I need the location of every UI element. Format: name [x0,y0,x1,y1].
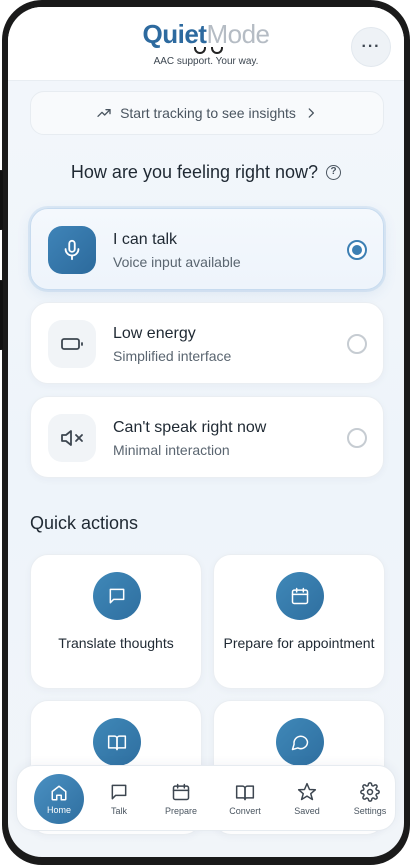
insights-banner[interactable]: Start tracking to see insights [30,91,384,135]
mode-subtitle: Voice input available [113,254,241,270]
more-options-button[interactable]: ··· [351,27,391,67]
nav-saved[interactable]: Saved [276,766,338,832]
mode-radio[interactable] [347,428,367,448]
nav-label: Home [46,804,71,815]
mode-card-low-energy[interactable]: Low energy Simplified interface [30,302,384,384]
mode-icon-wrap [48,320,96,368]
nav-settings[interactable]: Settings [339,766,401,832]
microphone-icon [64,239,80,261]
app-tagline: AAC support. Your way. [153,56,259,67]
mode-card-cant-speak[interactable]: Can't speak right now Minimal interactio… [30,396,384,478]
bottom-navigation: Home Talk Prepare Convert Saved Settings [16,765,396,831]
feeling-question: How are you feeling right now? ? [8,162,404,183]
qa-label: Translate thoughts [58,635,174,651]
app-logo: QuietMode [142,19,271,49]
mode-card-can-talk[interactable]: I can talk Voice input available [30,208,384,290]
quick-action-prepare-appointment[interactable]: Prepare for appointment [213,554,385,689]
chat-bubble-icon [109,588,125,604]
mode-title: Low energy [113,325,196,342]
nav-label: Saved [294,806,320,816]
mode-radio-selected[interactable] [347,240,367,260]
device-frame: QuietMode AAC support. Your way. ··· Sta… [0,0,410,865]
nav-prepare[interactable]: Prepare [150,766,212,832]
mode-icon-wrap [48,414,96,462]
question-text: How are you feeling right now? [70,162,319,182]
insights-label: Start tracking to see insights [120,105,296,121]
book-icon [107,735,127,751]
qa-icon-wrap [93,718,141,766]
qa-icon-wrap [276,572,324,620]
app-header: QuietMode AAC support. Your way. ··· [8,7,404,81]
nav-home[interactable]: Home [34,774,84,824]
volume-button [0,170,3,230]
nav-label: Talk [110,806,127,816]
qa-icon-wrap [93,572,141,620]
quick-actions-title: Quick actions [30,513,139,533]
home-icon [51,785,67,800]
qa-label: Prepare for appointment [223,635,375,651]
power-button [0,280,3,350]
gear-icon [360,782,380,802]
mode-title: I can talk [113,231,178,248]
nav-talk[interactable]: Talk [88,766,150,832]
mode-title: Can't speak right now [113,419,267,436]
quick-action-translate-thoughts[interactable]: Translate thoughts [30,554,202,689]
chevron-right-icon [308,108,314,118]
nav-label: Convert [229,806,261,816]
qa-icon-wrap [276,718,324,766]
nav-label: Prepare [164,806,198,816]
chat-round-icon [291,735,309,751]
book-icon [235,785,255,801]
nav-convert[interactable]: Convert [214,766,276,832]
nav-label: Settings [353,806,387,816]
battery-low-icon [61,338,83,350]
ellipsis-icon: ··· [361,38,381,55]
mode-radio[interactable] [347,334,367,354]
app-screen: QuietMode AAC support. Your way. ··· Sta… [8,7,404,857]
mode-icon-wrap [48,226,96,274]
mode-subtitle: Simplified interface [113,348,232,364]
help-icon[interactable]: ? [326,165,342,180]
calendar-icon [291,587,309,605]
trending-up-icon [97,109,111,117]
star-icon [297,782,317,801]
message-icon [111,784,127,800]
speaker-muted-icon [61,430,83,446]
calendar-icon [172,783,190,801]
mode-subtitle: Minimal interaction [113,442,230,458]
